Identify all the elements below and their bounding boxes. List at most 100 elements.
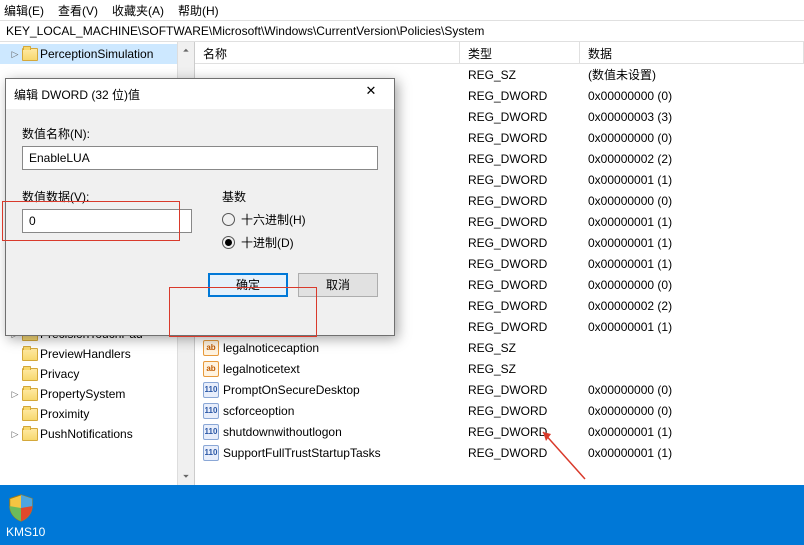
value-data: 0x00000000 (0) bbox=[580, 383, 804, 397]
value-data: 0x00000003 (3) bbox=[580, 110, 804, 124]
value-data: 0x00000001 (1) bbox=[580, 320, 804, 334]
edit-dword-dialog: 编辑 DWORD (32 位)值 ✕ 数值名称(N): 数值数据(V): 基数 … bbox=[5, 78, 395, 336]
value-type: REG_DWORD bbox=[460, 89, 580, 103]
cancel-button[interactable]: 取消 bbox=[298, 273, 378, 297]
list-row[interactable]: 110SupportFullTrustStartupTasksREG_DWORD… bbox=[195, 442, 804, 463]
chevron-right-icon[interactable]: ▷ bbox=[10, 429, 20, 440]
folder-icon bbox=[22, 48, 38, 61]
scroll-down-icon[interactable]: ⏷ bbox=[178, 468, 194, 485]
value-data: 0x00000000 (0) bbox=[580, 404, 804, 418]
folder-icon bbox=[22, 428, 38, 441]
desktop-shortcut[interactable]: KMS10 bbox=[6, 493, 45, 539]
value-type: REG_DWORD bbox=[460, 299, 580, 313]
regvalue-icon: ab bbox=[203, 361, 219, 377]
list-row[interactable]: ab legalnoticetext REG_SZ bbox=[195, 358, 804, 379]
col-header-type[interactable]: 类型 bbox=[460, 42, 580, 63]
menu-fav[interactable]: 收藏夹(A) bbox=[112, 2, 164, 19]
regvalue-icon: 110 bbox=[203, 424, 219, 440]
regvalue-icon: 110 bbox=[203, 403, 219, 419]
dialog-titlebar[interactable]: 编辑 DWORD (32 位)值 ✕ bbox=[6, 79, 394, 109]
value-name: legalnoticecaption bbox=[223, 341, 319, 355]
value-name: scforceoption bbox=[223, 404, 294, 418]
close-icon[interactable]: ✕ bbox=[356, 83, 386, 105]
list-row[interactable]: ab legalnoticecaption REG_SZ bbox=[195, 337, 804, 358]
radio-dec-label: 十进制(D) bbox=[241, 234, 294, 251]
value-data: 0x00000001 (1) bbox=[580, 425, 804, 439]
menu-view[interactable]: 查看(V) bbox=[58, 2, 98, 19]
scroll-up-icon[interactable]: ⏶ bbox=[178, 42, 194, 59]
value-data: 0x00000001 (1) bbox=[580, 215, 804, 229]
tree-item-label: PerceptionSimulation bbox=[40, 47, 153, 61]
value-data: 0x00000001 (1) bbox=[580, 236, 804, 250]
chevron-right-icon[interactable]: ▷ bbox=[10, 49, 20, 60]
value-data: (数值未设置) bbox=[580, 66, 804, 83]
menu-help[interactable]: 帮助(H) bbox=[178, 2, 219, 19]
value-type: REG_DWORD bbox=[460, 278, 580, 292]
folder-icon bbox=[22, 408, 38, 421]
value-name: PromptOnSecureDesktop bbox=[223, 383, 360, 397]
tree-item[interactable]: PreviewHandlers bbox=[0, 344, 194, 364]
value-name-input[interactable] bbox=[22, 146, 378, 170]
value-type: REG_DWORD bbox=[460, 383, 580, 397]
menu-edit[interactable]: 编辑(E) bbox=[4, 2, 44, 19]
value-type: REG_DWORD bbox=[460, 236, 580, 250]
col-header-name[interactable]: 名称 bbox=[195, 42, 460, 63]
value-name: legalnoticetext bbox=[223, 362, 300, 376]
value-type: REG_DWORD bbox=[460, 215, 580, 229]
value-type: REG_DWORD bbox=[460, 152, 580, 166]
radio-icon bbox=[222, 236, 235, 249]
regvalue-icon: ab bbox=[203, 340, 219, 356]
tree-item[interactable]: Privacy bbox=[0, 364, 194, 384]
list-row[interactable]: 110 PromptOnSecureDesktop REG_DWORD0x00000… bbox=[195, 379, 804, 400]
value-name: shutdownwithoutlogon bbox=[223, 425, 342, 439]
tree-item-label: PushNotifications bbox=[40, 427, 133, 441]
value-type: REG_DWORD bbox=[460, 320, 580, 334]
chevron-right-icon[interactable]: ▷ bbox=[10, 389, 20, 400]
value-type: REG_DWORD bbox=[460, 194, 580, 208]
dialog-title-text: 编辑 DWORD (32 位)值 bbox=[14, 86, 140, 103]
value-data: 0x00000000 (0) bbox=[580, 194, 804, 208]
value-data: 0x00000001 (1) bbox=[580, 446, 804, 460]
folder-icon bbox=[22, 348, 38, 361]
value-data: 0x00000001 (1) bbox=[580, 173, 804, 187]
value-type: REG_SZ bbox=[460, 362, 580, 376]
radio-icon bbox=[222, 213, 235, 226]
list-row[interactable]: 110shutdownwithoutlogonREG_DWORD0x000000… bbox=[195, 421, 804, 442]
base-label: 基数 bbox=[222, 188, 378, 205]
tree-item[interactable]: ▷ PropertySystem bbox=[0, 384, 194, 404]
tree-item[interactable]: ▷ PushNotifications bbox=[0, 424, 194, 444]
value-type: REG_DWORD bbox=[460, 110, 580, 124]
tree-item[interactable]: Proximity bbox=[0, 404, 194, 424]
col-header-data[interactable]: 数据 bbox=[580, 42, 804, 63]
value-type: REG_DWORD bbox=[460, 173, 580, 187]
list-header: 名称 类型 数据 bbox=[195, 42, 804, 64]
list-row[interactable]: 110 scforceoption REG_DWORD0x00000000 (0) bbox=[195, 400, 804, 421]
value-type: REG_SZ bbox=[460, 68, 580, 82]
value-data-input[interactable] bbox=[22, 209, 192, 233]
menubar: 编辑(E) 查看(V) 收藏夹(A) 帮助(H) bbox=[0, 0, 804, 20]
value-name-label: 数值名称(N): bbox=[22, 125, 378, 142]
regvalue-icon: 110 bbox=[203, 382, 219, 398]
folder-icon bbox=[22, 368, 38, 381]
value-data: 0x00000001 (1) bbox=[580, 257, 804, 271]
radio-hex-label: 十六进制(H) bbox=[241, 211, 306, 228]
ok-button[interactable]: 确定 bbox=[208, 273, 288, 297]
value-type: REG_DWORD bbox=[460, 131, 580, 145]
desktop-shortcut-label: KMS10 bbox=[6, 525, 45, 539]
radio-hex[interactable]: 十六进制(H) bbox=[222, 211, 378, 228]
radio-dec[interactable]: 十进制(D) bbox=[222, 234, 378, 251]
value-data: 0x00000002 (2) bbox=[580, 299, 804, 313]
tree-item-label: PreviewHandlers bbox=[40, 347, 131, 361]
address-bar[interactable]: KEY_LOCAL_MACHINE\SOFTWARE\Microsoft\Win… bbox=[0, 20, 804, 42]
regvalue-icon: 110 bbox=[203, 445, 219, 461]
tree-item-label: Proximity bbox=[40, 407, 89, 421]
value-data: 0x00000002 (2) bbox=[580, 152, 804, 166]
tree-item-label: PropertySystem bbox=[40, 387, 125, 401]
value-data-label: 数值数据(V): bbox=[22, 188, 192, 205]
value-type: REG_SZ bbox=[460, 341, 580, 355]
tree-item[interactable]: ▷ PerceptionSimulation bbox=[0, 44, 194, 64]
value-data: 0x00000000 (0) bbox=[580, 278, 804, 292]
value-type: REG_DWORD bbox=[460, 404, 580, 418]
folder-icon bbox=[22, 388, 38, 401]
value-name: SupportFullTrustStartupTasks bbox=[223, 446, 381, 460]
